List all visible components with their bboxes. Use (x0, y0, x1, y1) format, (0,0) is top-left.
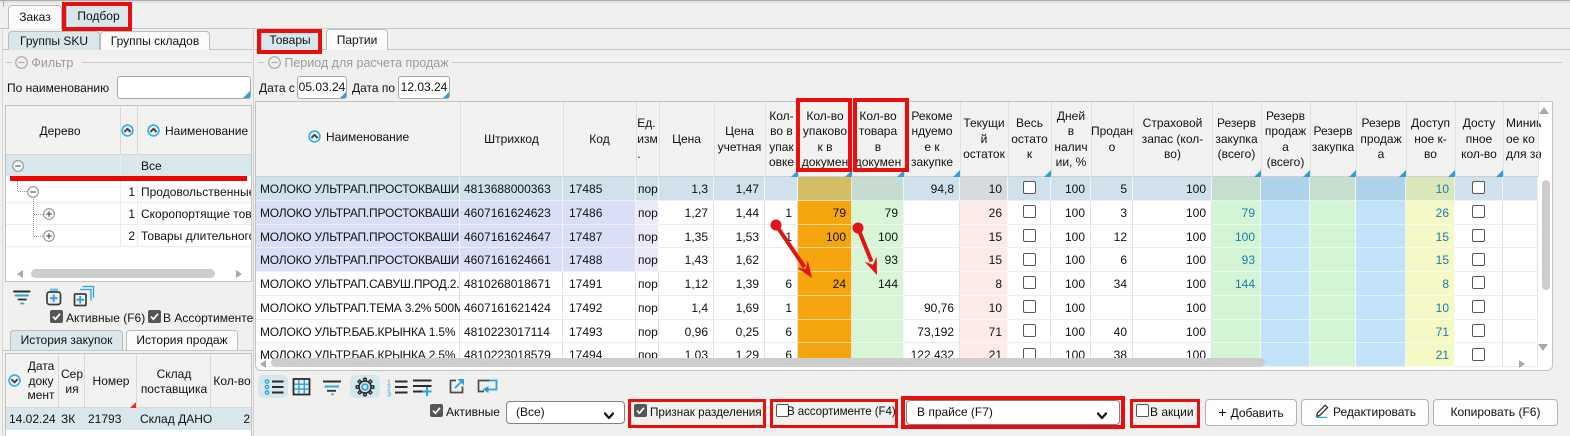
svg-text:3: 3 (387, 392, 391, 399)
